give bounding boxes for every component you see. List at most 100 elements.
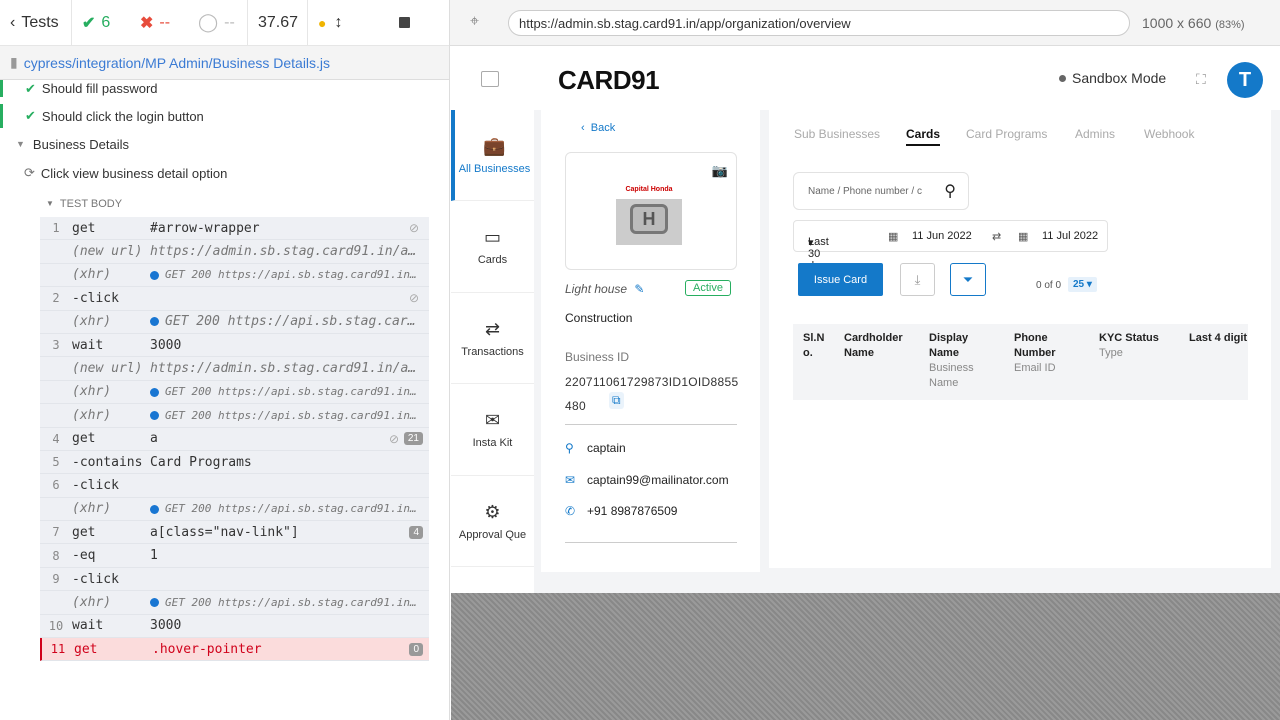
tab-cards[interactable]: Cards xyxy=(906,127,941,146)
command-row[interactable]: 7 get a[class="nav-link"] 4 xyxy=(40,521,429,545)
selector-playground-icon[interactable]: ⌖ xyxy=(470,13,479,31)
command-message: #arrow-wrapper xyxy=(150,220,260,236)
transactions-icon: ⇄ xyxy=(484,318,501,339)
caret-down-icon: ▼ xyxy=(16,139,25,149)
tab-admins[interactable]: Admins xyxy=(1075,127,1115,141)
tab-sub-businesses[interactable]: Sub Businesses xyxy=(794,127,880,141)
download-button[interactable]: ⤓ xyxy=(900,263,935,296)
date-to[interactable]: 11 Jul 2022 xyxy=(1042,230,1098,242)
chevron-left-icon: ‹ xyxy=(10,13,16,31)
contact-email-text: captain99@mailinator.com xyxy=(587,473,729,487)
search-icon: ⚲ xyxy=(944,183,956,200)
auto-scroll-toggle[interactable]: ● ↕ xyxy=(308,0,374,46)
tab-card-programs[interactable]: Card Programs xyxy=(966,127,1047,141)
date-from[interactable]: 11 Jun 2022 xyxy=(912,230,972,242)
contact-name: ⚲ captain xyxy=(565,441,626,455)
sidebar-collapse-icon[interactable] xyxy=(481,71,499,87)
command-message: 3000 xyxy=(150,337,182,353)
sidebar-item-all-businesses[interactable]: 💼 All Businesses xyxy=(451,110,534,201)
user-icon: ⚲ xyxy=(565,441,574,455)
test-body-header[interactable]: ▼ TEST BODY xyxy=(0,196,450,211)
command-row[interactable]: 2 -click ⊘ xyxy=(40,287,429,311)
cards-table-header: Sl.N o. Cardholder Name Display Name Busine… xyxy=(793,324,1248,400)
business-name-text: Light house xyxy=(565,282,628,296)
xhr-status-dot-icon xyxy=(150,598,159,608)
running-test-item[interactable]: ⟳ Click view business detail option xyxy=(0,163,450,183)
element-count-badge: 4 xyxy=(409,525,423,539)
page-size-select[interactable]: 25 ▾ xyxy=(1068,277,1097,292)
filter-icon: ⏷ xyxy=(962,271,974,287)
spec-file-link[interactable]: cypress/integration/MP Admin/Business De… xyxy=(24,55,330,71)
command-row[interactable]: 8 -eq 1 xyxy=(40,544,429,568)
date-range-filter: Last 30 days ▾ ▦ 11 Jun 2022 ⇄ ▦ 11 Jul … xyxy=(793,220,1108,272)
test-item[interactable]: ✔ Should fill password xyxy=(0,80,450,97)
command-number: 7 xyxy=(52,525,60,540)
test-label: Should click the login button xyxy=(41,108,204,124)
command-row[interactable]: (new url) https://admin.sb.stag.card91.in… xyxy=(40,240,429,264)
running-test-label: Click view business detail option xyxy=(40,165,228,181)
status-dot-icon: ● xyxy=(318,14,327,31)
command-xhr-row[interactable]: (xhr) GET 200 https://api.sb.stag.card91.… xyxy=(40,404,429,428)
briefcase-icon: 💼 xyxy=(483,135,506,156)
command-row[interactable]: 4 get a ⊘ 21 xyxy=(40,428,429,451)
tab-webhook[interactable]: Webhook xyxy=(1144,127,1194,141)
command-message: https://admin.sb.stag.card91.in/app/... xyxy=(150,244,429,260)
command-message: GET 200 https://api.sb.stag.card91.in/is… xyxy=(165,385,429,399)
command-xhr-row[interactable]: (xhr) GET 200 https://api.sb.stag.card91.… xyxy=(40,264,429,288)
sidebar-item-approval-que[interactable]: ⚙ Approval Que xyxy=(451,476,534,567)
command-row[interactable]: 6 -click xyxy=(40,474,429,498)
edit-icon[interactable]: ✎ xyxy=(634,282,644,296)
avatar[interactable]: T xyxy=(1227,62,1263,98)
command-number: 3 xyxy=(52,338,60,353)
sandbox-mode-label: Sandbox Mode xyxy=(1072,70,1167,86)
issue-card-button[interactable]: Issue Card xyxy=(798,263,883,296)
element-count-badge: 0 xyxy=(409,642,423,656)
business-main-card: Sub Businesses Cards Card Programs Admins We… xyxy=(769,110,1271,568)
command-row[interactable]: 9 -click xyxy=(40,568,429,592)
command-row[interactable]: 11 get .hover-pointer 0 xyxy=(40,638,429,662)
fullscreen-icon[interactable]: ⛶ xyxy=(1196,71,1206,88)
command-message: GET 200 https://api.sb.stag.card91.in/is… xyxy=(165,408,429,422)
sidebar-item-cards[interactable]: ▭ Cards xyxy=(451,202,534,293)
stop-button[interactable] xyxy=(374,0,420,46)
command-row[interactable]: (new url) https://admin.sb.stag.card91.in… xyxy=(40,357,429,381)
test-item[interactable]: ✔ Should click the login button xyxy=(0,104,450,128)
side-nav: 💼 All Businesses ▭ Cards ⇄ Transactions ✉ Insta… xyxy=(451,110,534,593)
sidebar-item-label: Insta Kit xyxy=(472,437,513,449)
calendar-icon[interactable]: ▦ xyxy=(1018,230,1028,243)
copy-icon[interactable]: ⧉ xyxy=(609,392,624,409)
viewport-size: 1000 x 660 xyxy=(1142,15,1212,31)
command-name: (xhr) xyxy=(72,384,112,400)
command-xhr-row[interactable]: (xhr) GET 200 https://api.sb.stag.card91.… xyxy=(40,381,429,405)
command-row[interactable]: 3 wait 3000 xyxy=(40,334,429,358)
check-icon: ✔ xyxy=(25,108,36,123)
back-link[interactable]: ‹ Back xyxy=(581,122,615,134)
viewport-scale: (83%) xyxy=(1215,19,1245,31)
contact-email: ✉ captain99@mailinator.com xyxy=(565,473,729,487)
aut-header: ⌖ https://admin.sb.stag.card91.in/app/or… xyxy=(450,0,1280,46)
camera-icon[interactable]: 📷 xyxy=(712,163,728,179)
test-body-label: TEST BODY xyxy=(59,197,123,210)
calendar-icon[interactable]: ▦ xyxy=(888,230,898,243)
command-number: 4 xyxy=(52,431,60,446)
sidebar-item-transactions[interactable]: ⇄ Transactions xyxy=(451,293,534,384)
search-input[interactable]: Name / Phone number / c ⚲ xyxy=(793,172,969,210)
mail-icon: ✉ xyxy=(565,473,576,487)
command-xhr-row[interactable]: (xhr) GET 200 https://api.sb.stag.card91.… xyxy=(40,591,429,615)
command-row[interactable]: 1 get #arrow-wrapper ⊘ xyxy=(40,217,429,241)
tests-back-button[interactable]: ‹ Tests xyxy=(0,0,72,46)
command-xhr-row[interactable]: (xhr) GET 200 https://api.sb.stag.card91.… xyxy=(40,498,429,522)
sidebar-item-insta-kit[interactable]: ✉ Insta Kit xyxy=(451,385,534,476)
viewport-background xyxy=(451,593,1280,720)
filter-button[interactable]: ⏷ xyxy=(950,263,986,296)
url-bar[interactable]: https://admin.sb.stag.card91.in/app/orga… xyxy=(508,10,1130,36)
viewport-info: 1000 x 660 (83%) xyxy=(1142,15,1245,31)
command-xhr-row[interactable]: (xhr) GET 200 https://api.sb.stag.card9..… xyxy=(40,311,429,334)
file-icon: ▮ xyxy=(10,54,18,70)
suite-item[interactable]: ▼ Business Details xyxy=(0,134,450,154)
command-row[interactable]: 10 wait 3000 xyxy=(40,615,429,639)
command-row[interactable]: 5 -contains Card Programs xyxy=(40,451,429,475)
command-name: (xhr) xyxy=(72,594,112,610)
chevron-left-icon: ‹ xyxy=(581,122,585,134)
refresh-icon: ⟳ xyxy=(24,165,35,180)
